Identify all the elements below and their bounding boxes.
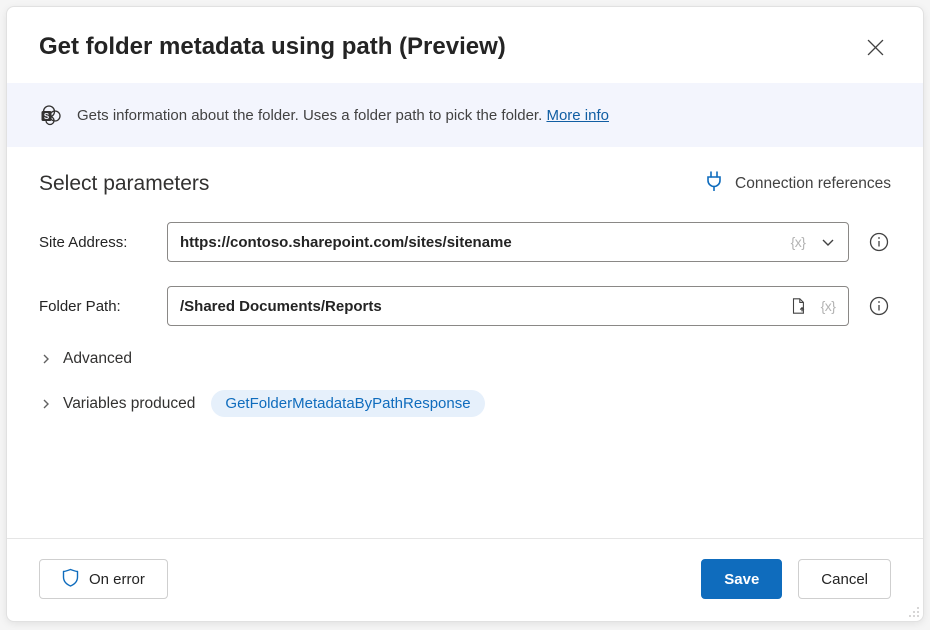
banner-text: Gets information about the folder. Uses …	[77, 107, 546, 124]
folder-path-field[interactable]: {x}	[167, 286, 849, 326]
folder-path-label: Folder Path:	[39, 298, 149, 315]
advanced-label: Advanced	[63, 350, 132, 368]
svg-text:S: S	[44, 112, 50, 121]
expression-icon[interactable]: {x}	[786, 230, 810, 254]
site-address-combobox[interactable]: {x}	[167, 222, 849, 262]
info-banner: S Gets information about the folder. Use…	[7, 83, 923, 147]
chevron-right-icon	[39, 399, 53, 409]
plug-icon	[705, 171, 723, 196]
variable-pill[interactable]: GetFolderMetadataByPathResponse	[211, 390, 484, 417]
connection-references-button[interactable]: Connection references	[705, 171, 891, 196]
field-row-folder-path: Folder Path: {x}	[39, 286, 891, 326]
modal-header: Get folder metadata using path (Preview)	[7, 7, 923, 83]
modal-dialog: Get folder metadata using path (Preview)…	[6, 6, 924, 622]
footer-right-buttons: Save Cancel	[701, 559, 891, 599]
on-error-label: On error	[89, 571, 145, 588]
chevron-down-icon[interactable]	[816, 230, 840, 254]
variables-produced-label: Variables produced	[63, 395, 195, 413]
shield-icon	[62, 568, 79, 591]
section-title: Select parameters	[39, 172, 209, 196]
close-button[interactable]	[859, 31, 891, 63]
cancel-button[interactable]: Cancel	[798, 559, 891, 599]
site-address-label: Site Address:	[39, 234, 149, 251]
chevron-right-icon	[39, 354, 53, 364]
on-error-button[interactable]: On error	[39, 559, 168, 599]
info-icon	[869, 232, 889, 252]
close-icon	[867, 39, 884, 56]
folder-path-info-button[interactable]	[867, 294, 891, 318]
site-address-input[interactable]	[180, 234, 780, 251]
modal-footer: On error Save Cancel	[7, 538, 923, 621]
modal-title: Get folder metadata using path (Preview)	[39, 33, 506, 61]
section-header: Select parameters Connection references	[39, 171, 891, 196]
modal-body: Select parameters Connection references …	[7, 147, 923, 538]
folder-path-input[interactable]	[180, 298, 780, 315]
site-address-info-button[interactable]	[867, 230, 891, 254]
banner-text-wrap: Gets information about the folder. Uses …	[77, 107, 609, 124]
more-info-link[interactable]: More info	[546, 107, 609, 124]
file-picker-icon[interactable]	[786, 294, 810, 318]
variables-produced-toggle[interactable]: Variables produced GetFolderMetadataByPa…	[39, 390, 891, 417]
info-icon	[869, 296, 889, 316]
field-row-site-address: Site Address: {x}	[39, 222, 891, 262]
save-button[interactable]: Save	[701, 559, 782, 599]
connection-references-label: Connection references	[735, 175, 891, 193]
sharepoint-icon: S	[39, 103, 63, 127]
expression-icon[interactable]: {x}	[816, 294, 840, 318]
advanced-toggle[interactable]: Advanced	[39, 350, 891, 368]
